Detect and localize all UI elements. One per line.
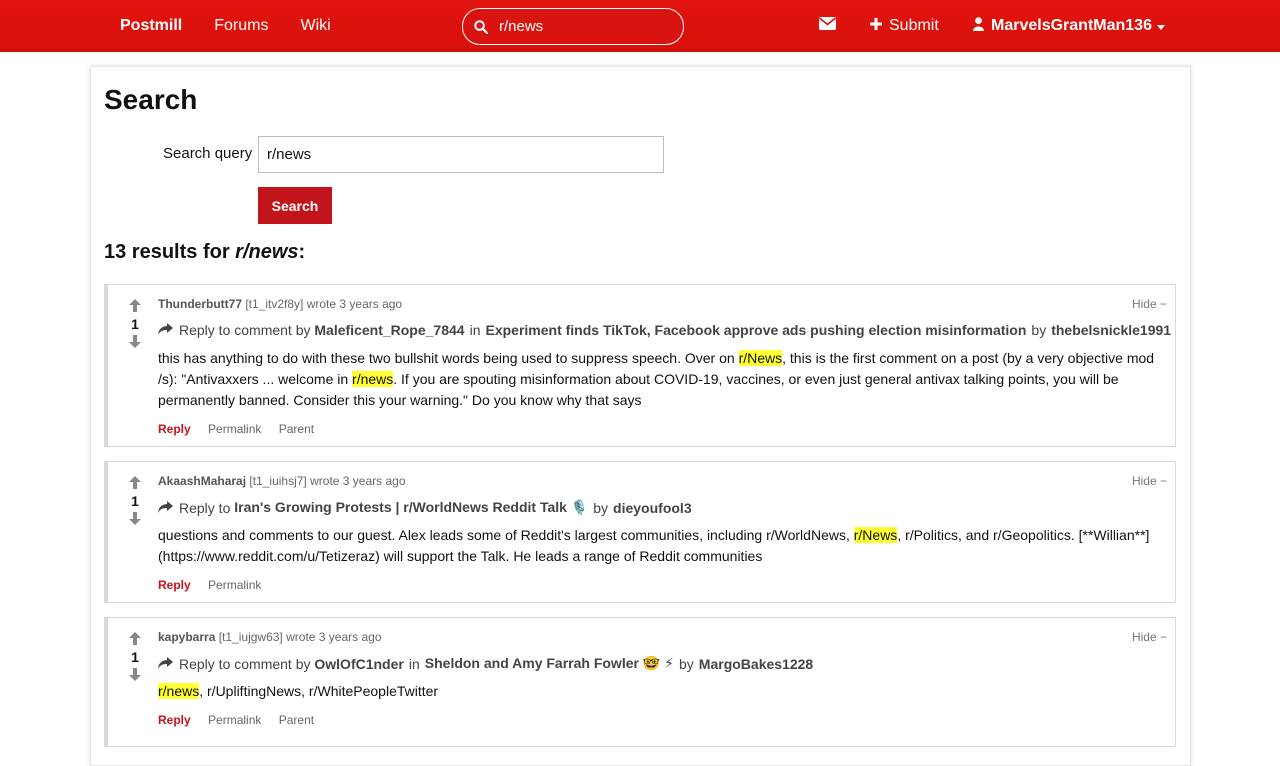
comment-card: 1 kapybarra [t1_iujgw63] wrote 3 years a… [104, 617, 1176, 747]
comment-id: [t1_iujgw63] [218, 630, 283, 644]
comment-score: 1 [131, 493, 139, 509]
search-icon [463, 19, 499, 34]
comment-timestamp: wrote 3 years ago [310, 474, 406, 488]
upvote-arrow-icon[interactable] [126, 299, 144, 313]
reply-to-user[interactable]: Maleficent_Rope_7844 [314, 322, 464, 338]
nav-left: Postmill Forums Wiki [120, 0, 363, 52]
reply-prefix: Reply to [179, 499, 231, 516]
thread-author[interactable]: MargoBakes1228 [699, 656, 813, 672]
search-highlight: r/news [352, 371, 394, 387]
comment-author[interactable]: Thunderbutt77 [158, 297, 242, 311]
envelope-icon [818, 17, 843, 35]
plus-icon [870, 17, 889, 35]
comment-card: 1 AkaashMaharaj [t1_iuihsj7] wrote 3 yea… [104, 461, 1176, 603]
submit-label: Submit [889, 17, 939, 34]
comment-body: questions and comments to our guest. Ale… [158, 525, 1158, 567]
permalink-link[interactable]: Permalink [208, 422, 261, 436]
user-icon [973, 16, 991, 36]
thread-title-link[interactable]: Iran's Growing Protests | r/WorldNews Re… [234, 499, 588, 516]
username-label: MarvelsGrantMan136 [991, 17, 1152, 34]
in-label: in [408, 655, 420, 672]
nav-search-box[interactable] [462, 8, 684, 45]
caret-down-icon [1156, 17, 1172, 35]
hide-toggle[interactable]: Hide − [1132, 297, 1167, 311]
results-heading: 13 results for r/news: [104, 241, 305, 264]
search-highlight: r/news [158, 683, 200, 699]
thread-author[interactable]: thebelsnickle1991 [1051, 322, 1171, 338]
reply-prefix: Reply to comment by [179, 322, 311, 338]
comment-meta: kapybarra [t1_iujgw63] wrote 3 years ago [158, 630, 382, 644]
body-text: questions and comments to our guest. Ale… [158, 527, 854, 543]
by-label: by [1031, 322, 1047, 338]
comment-timestamp: wrote 3 years ago [286, 630, 382, 644]
parent-link[interactable]: Parent [279, 422, 314, 436]
comment-id: [t1_itv2f8y] [245, 297, 304, 311]
reply-button[interactable]: Reply [158, 713, 191, 727]
vote-box: 1 [126, 632, 144, 682]
downvote-arrow-icon[interactable] [126, 668, 144, 682]
reply-context: Reply to comment by Maleficent_Rope_7844… [158, 322, 1171, 338]
top-navbar: Postmill Forums Wiki Submit MarvelsGrant… [0, 0, 1280, 52]
in-label: in [469, 322, 481, 338]
comment-card: 1 Thunderbutt77 [t1_itv2f8y] wrote 3 yea… [104, 284, 1176, 447]
results-query: r/news [235, 241, 299, 263]
search-query-input[interactable] [258, 136, 664, 173]
results-count: 13 results for [104, 241, 230, 263]
comment-body: r/news, r/UpliftingNews, r/WhitePeopleTw… [158, 681, 1158, 702]
comment-score: 1 [131, 649, 139, 665]
wiki-link[interactable]: Wiki [300, 17, 330, 35]
user-menu[interactable]: MarvelsGrantMan136 [973, 0, 1172, 52]
by-label: by [679, 655, 694, 672]
comment-id: [t1_iuihsj7] [249, 474, 307, 488]
comment-author[interactable]: AkaashMaharaj [158, 474, 246, 488]
downvote-arrow-icon[interactable] [126, 335, 144, 349]
nav-search-input[interactable] [499, 18, 669, 35]
reply-prefix: Reply to comment by [179, 655, 311, 672]
reply-button[interactable]: Reply [158, 578, 191, 592]
thread-title-link[interactable]: Experiment finds TikTok, Facebook approv… [485, 322, 1026, 338]
comment-author[interactable]: kapybarra [158, 630, 215, 644]
share-arrow-icon [158, 656, 173, 672]
hide-toggle[interactable]: Hide − [1132, 474, 1167, 488]
thread-title-link[interactable]: Sheldon and Amy Farrah Fowler 🤓 ⚡ [425, 655, 674, 672]
page-title: Search [104, 84, 198, 115]
share-arrow-icon [158, 500, 173, 516]
inbox-link[interactable] [818, 0, 843, 52]
search-button[interactable]: Search [258, 187, 332, 224]
hide-toggle[interactable]: Hide − [1132, 630, 1167, 644]
comment-timestamp: wrote 3 years ago [306, 297, 403, 311]
body-text: , r/UpliftingNews, r/WhitePeopleTwitter [199, 683, 439, 699]
upvote-arrow-icon[interactable] [126, 476, 144, 490]
vote-box: 1 [126, 299, 144, 349]
comment-score: 1 [131, 316, 139, 332]
by-label: by [593, 499, 609, 516]
parent-link[interactable]: Parent [279, 713, 314, 727]
vote-box: 1 [126, 476, 144, 526]
comment-meta: AkaashMaharaj [t1_iuihsj7] wrote 3 years… [158, 474, 406, 488]
comment-actions: Reply Permalink Parent [158, 422, 328, 436]
search-highlight: r/News [853, 527, 898, 543]
share-arrow-icon [158, 322, 173, 338]
permalink-link[interactable]: Permalink [208, 578, 261, 592]
comment-actions: Reply Permalink [158, 578, 275, 592]
permalink-link[interactable]: Permalink [208, 713, 261, 727]
reply-button[interactable]: Reply [158, 422, 191, 436]
results-colon: : [298, 241, 306, 263]
reply-context: Reply to comment by OwlOfC1nder in Sheld… [158, 655, 813, 672]
forums-link[interactable]: Forums [214, 17, 268, 35]
reply-to-user[interactable]: OwlOfC1nder [314, 656, 403, 672]
submit-link[interactable]: Submit [870, 0, 939, 52]
upvote-arrow-icon[interactable] [126, 632, 144, 646]
reply-context: Reply to Iran's Growing Protests | r/Wor… [158, 499, 692, 516]
comment-body: this has anything to do with these two b… [158, 348, 1158, 411]
brand-link[interactable]: Postmill [120, 17, 182, 35]
comment-meta: Thunderbutt77 [t1_itv2f8y] wrote 3 years… [158, 297, 402, 311]
downvote-arrow-icon[interactable] [126, 512, 144, 526]
body-text: this has anything to do with these two b… [158, 350, 739, 366]
thread-author[interactable]: dieyoufool3 [613, 500, 692, 516]
search-highlight: r/News [738, 350, 783, 366]
search-query-label: Search query [163, 145, 253, 162]
comment-actions: Reply Permalink Parent [158, 713, 328, 727]
